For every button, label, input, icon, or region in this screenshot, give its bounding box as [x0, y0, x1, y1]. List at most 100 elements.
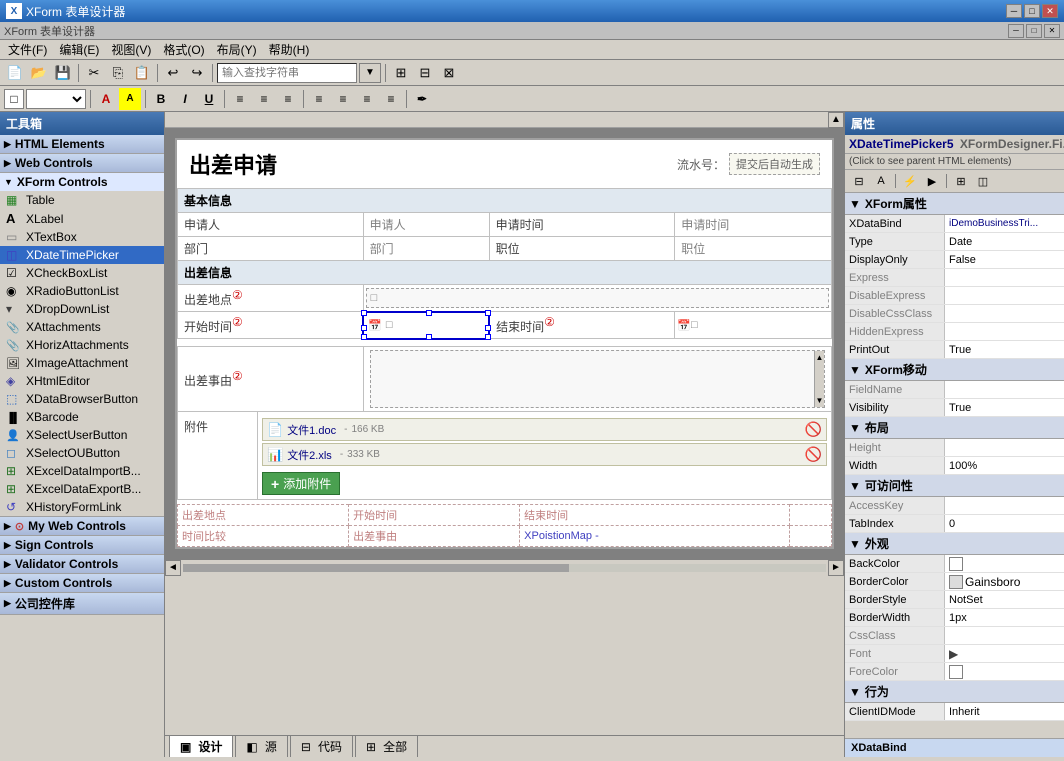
search-button[interactable]: ▼	[359, 63, 381, 83]
section-custom-controls-header[interactable]: ▶ Custom Controls	[0, 574, 164, 592]
list-unordered[interactable]: ≡	[356, 88, 378, 110]
indent-right[interactable]: ≡	[332, 88, 354, 110]
handle-bm[interactable]	[426, 334, 432, 340]
menu-format[interactable]: 格式(O)	[157, 39, 210, 60]
add-attachment-button[interactable]: + 添加附件	[262, 472, 340, 495]
menu-file[interactable]: 文件(F)	[2, 39, 53, 60]
prop-width-value[interactable]: 100%	[945, 457, 1064, 474]
prop-btn-3[interactable]: ▶	[922, 172, 942, 190]
redo-button[interactable]: ↪	[186, 62, 208, 84]
align-right[interactable]: ≡	[277, 88, 299, 110]
prop-printout-value[interactable]: True	[945, 341, 1064, 358]
toolbox-item-table[interactable]: Table	[0, 191, 164, 209]
handle-mr[interactable]	[485, 325, 491, 331]
toolbox-item-xhtmleditor[interactable]: XHtmlEditor	[0, 372, 164, 390]
format-pen[interactable]: ✒	[411, 88, 433, 110]
end-time-cell[interactable]: 📅 □	[675, 312, 832, 339]
toolbox-item-xattachments[interactable]: XAttachments	[0, 318, 164, 336]
restore-button[interactable]: □	[1024, 4, 1040, 18]
accessibility-section-header[interactable]: ▼ 可访问性	[845, 475, 1064, 497]
prop-fieldname-value[interactable]	[945, 381, 1064, 398]
new-button[interactable]: 📄	[4, 62, 26, 84]
h-scroll-thumb[interactable]	[183, 564, 569, 572]
search-input[interactable]	[217, 63, 357, 83]
toolbox-item-xradiobuttonlist[interactable]: XRadioButtonList	[0, 282, 164, 300]
toolbox-item-xselectoubutton[interactable]: XSelectOUButton	[0, 444, 164, 462]
prop-cssclass-value[interactable]	[945, 627, 1064, 644]
design-content[interactable]: ▲ 出差申请 流水号： 提交后自动生成	[165, 112, 844, 735]
toolbox-item-xdatetimepicker[interactable]: XDateTimePicker	[0, 246, 164, 264]
reason-scroll-down[interactable]: ▼	[816, 396, 824, 405]
xform-move-section-header[interactable]: ▼ XForm移动	[845, 359, 1064, 381]
handle-ml[interactable]	[361, 325, 367, 331]
prop-btn-events[interactable]: ⚡	[900, 172, 920, 190]
undo-button[interactable]: ↩	[162, 62, 184, 84]
align-center[interactable]: ≡	[253, 88, 275, 110]
close-button[interactable]: ✕	[1042, 4, 1058, 18]
prop-forecolor-value[interactable]	[945, 663, 1064, 680]
format-italic[interactable]: I	[174, 88, 196, 110]
toolbox-item-xcheckboxlist[interactable]: XCheckBoxList	[0, 264, 164, 282]
prop-height-value[interactable]	[945, 439, 1064, 456]
menu-edit[interactable]: 编辑(E)	[53, 39, 105, 60]
prop-displayonly-value[interactable]: False	[945, 251, 1064, 268]
toolbox-item-ximageattachment[interactable]: XImageAttachment	[0, 354, 164, 372]
toolbox-item-xlabel[interactable]: XLabel	[0, 209, 164, 228]
apply-time-field[interactable]: 申请时间	[675, 213, 832, 237]
start-time-cell[interactable]: 📅 □	[363, 312, 489, 339]
position-field[interactable]: 职位	[675, 237, 832, 261]
menu-view[interactable]: 视图(V)	[105, 39, 157, 60]
prop-tabindex-value[interactable]: 0	[945, 515, 1064, 532]
sub-close-button[interactable]: ✕	[1044, 24, 1060, 38]
copy-button[interactable]: ⎘	[107, 62, 129, 84]
dept-field[interactable]: 部门	[363, 237, 489, 261]
scroll-left-btn[interactable]: ◄	[165, 560, 181, 576]
prop-borderwidth-value[interactable]: 1px	[945, 609, 1064, 626]
handle-br[interactable]	[485, 334, 491, 340]
format-bold[interactable]: B	[150, 88, 172, 110]
section-html-elements-header[interactable]: ▶ HTML Elements	[0, 135, 164, 153]
paste-button[interactable]: 📋	[131, 62, 153, 84]
section-my-web-controls-header[interactable]: ▶ ⊙ My Web Controls	[0, 517, 164, 535]
prop-borderstyle-value[interactable]: NotSet	[945, 591, 1064, 608]
align-left[interactable]: ≡	[229, 88, 251, 110]
toolbox-item-xdropdownlist[interactable]: XDropDownList	[0, 300, 164, 318]
prop-btn-categorized[interactable]: ⊟	[849, 172, 869, 190]
save-button[interactable]: 💾	[52, 62, 74, 84]
tab-all[interactable]: ⊞ 全部	[355, 735, 418, 757]
indent-left[interactable]: ≡	[308, 88, 330, 110]
prop-accesskey-value[interactable]	[945, 497, 1064, 514]
toolbox-item-xcelldataimport[interactable]: XExcelDataImportB...	[0, 462, 164, 480]
sub-minimize-button[interactable]: ─	[1008, 24, 1024, 38]
tab-code[interactable]: ⊟ 代码	[290, 735, 353, 757]
font-combo[interactable]	[26, 89, 86, 109]
file1-delete-button[interactable]: 🚫	[805, 421, 822, 438]
toolbox-item-xhistoryformlink[interactable]: XHistoryFormLink	[0, 498, 164, 516]
section-sign-controls-header[interactable]: ▶ Sign Controls	[0, 536, 164, 554]
prop-type-value[interactable]: Date	[945, 233, 1064, 250]
grid-button3[interactable]: ⊠	[438, 62, 460, 84]
toolbox-item-xcelldataexport[interactable]: XExcelDataExportB...	[0, 480, 164, 498]
toolbox-item-xbarcode[interactable]: XBarcode	[0, 408, 164, 426]
handle-tl[interactable]	[361, 310, 367, 316]
scroll-right-btn[interactable]: ►	[828, 560, 844, 576]
prop-btn-5[interactable]: ◫	[973, 172, 993, 190]
prop-visibility-value[interactable]: True	[945, 399, 1064, 416]
prop-bordercolor-value[interactable]: Gainsboro	[945, 573, 1064, 590]
section-validator-controls-header[interactable]: ▶ Validator Controls	[0, 555, 164, 573]
grid-button2[interactable]: ⊟	[414, 62, 436, 84]
destination-field[interactable]: □	[363, 285, 831, 312]
tab-design[interactable]: ▣ 设计	[169, 735, 233, 757]
prop-express-value[interactable]	[945, 269, 1064, 286]
prop-font-value[interactable]: ▶	[945, 645, 1064, 662]
xform-prop-section-header[interactable]: ▼ XForm属性	[845, 193, 1064, 215]
handle-bl[interactable]	[361, 334, 367, 340]
open-button[interactable]: 📂	[28, 62, 50, 84]
toolbox-item-xtextbox[interactable]: XTextBox	[0, 228, 164, 246]
handle-tr[interactable]	[485, 310, 491, 316]
prop-xdatabind-value[interactable]: iDemoBusinessTri...	[945, 215, 1064, 232]
format-underline[interactable]: U	[198, 88, 220, 110]
reason-field[interactable]: ▲ ▼	[363, 347, 831, 412]
sub-restore-button[interactable]: □	[1026, 24, 1042, 38]
toolbox-item-xselectuserbutton[interactable]: XSelectUserButton	[0, 426, 164, 444]
